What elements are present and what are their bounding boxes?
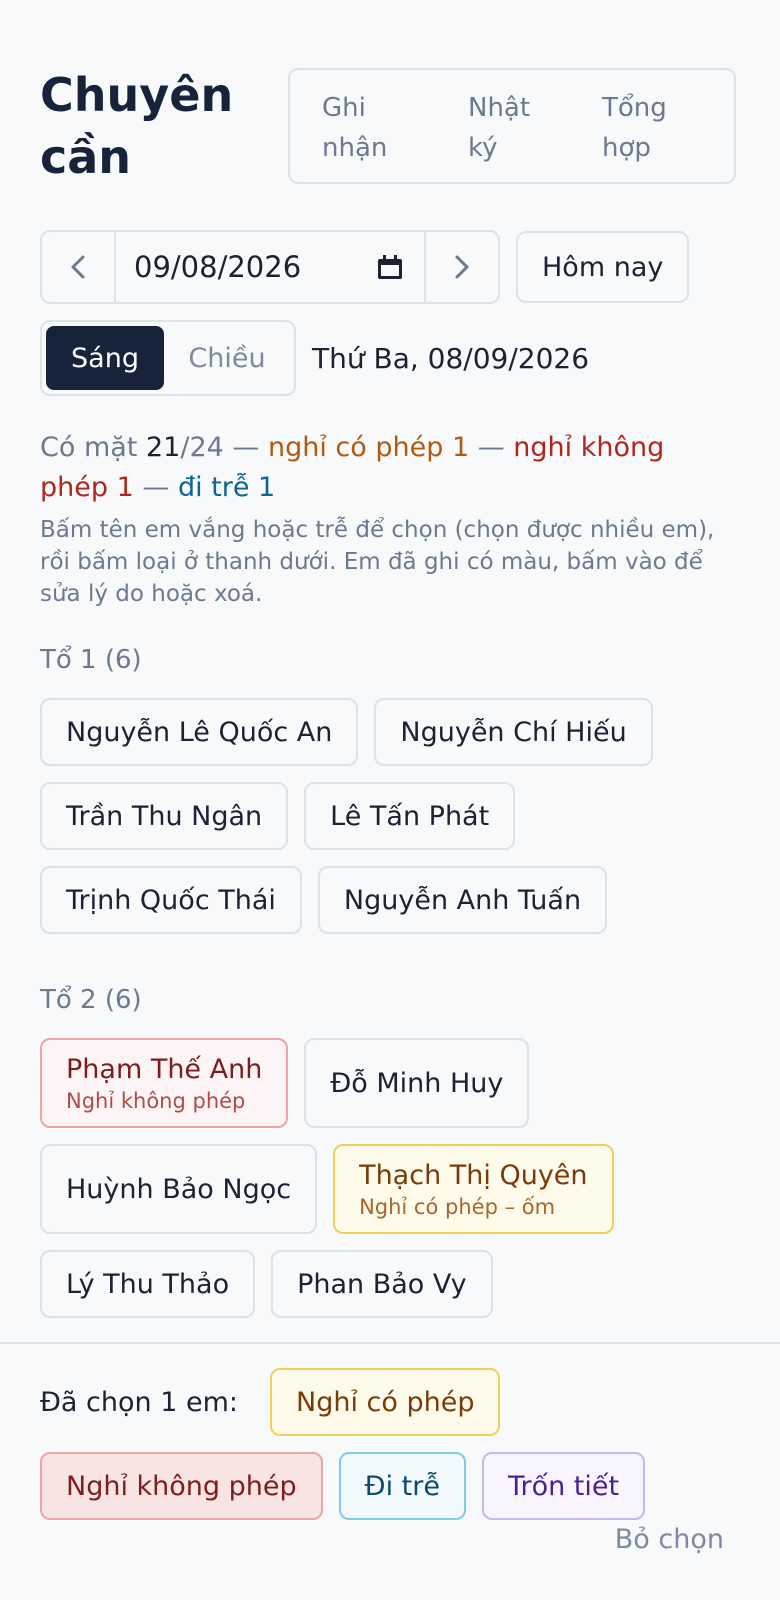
student-name: Thạch Thị Quyên — [359, 1159, 588, 1191]
title-line-1: Chuyên — [40, 68, 234, 122]
student-name: Phạm Thế Anh — [66, 1053, 263, 1085]
student-name: Phan Bảo Vy — [297, 1268, 467, 1300]
date-input[interactable]: 09/08/2026 — [116, 232, 424, 302]
student-status: Nghỉ không phép — [66, 1088, 246, 1113]
student-chip[interactable]: Nguyễn Anh Tuấn — [317, 866, 608, 934]
student-name: Trịnh Quốc Thái — [66, 884, 276, 916]
summary-separator: — — [223, 432, 268, 463]
mark-late-button[interactable]: Đi trễ — [338, 1452, 466, 1520]
tab-log-label-1: Nhật — [468, 93, 531, 123]
student-chip[interactable]: Đỗ Minh Huy — [304, 1038, 530, 1128]
mark-unexcused-button[interactable]: Nghỉ không phép — [40, 1452, 323, 1520]
prev-day-button[interactable] — [42, 232, 116, 302]
mark-excused-button[interactable]: Nghỉ có phép — [270, 1368, 501, 1436]
student-chip[interactable]: Trịnh Quốc Thái — [40, 866, 302, 934]
student-name: Huỳnh Bảo Ngọc — [66, 1173, 292, 1205]
group-1-students: Nguyễn Lê Quốc An Nguyễn Chí Hiếu Trần T… — [40, 698, 740, 950]
student-chip[interactable]: Huỳnh Bảo Ngọc — [40, 1144, 318, 1234]
today-button[interactable]: Hôm nay — [516, 231, 690, 303]
date-picker-group: 09/08/2026 — [40, 230, 500, 304]
tab-summary[interactable]: Tổng hợp — [602, 88, 722, 182]
student-status: Nghỉ có phép – ốm — [359, 1194, 556, 1219]
present-prefix: Có mặt — [40, 432, 146, 463]
student-name: Đỗ Minh Huy — [330, 1067, 504, 1099]
student-name: Nguyễn Lê Quốc An — [66, 716, 333, 748]
afternoon-button[interactable]: Chiều — [164, 326, 290, 390]
student-chip[interactable]: Phan Bảo Vy — [271, 1250, 493, 1318]
student-chip[interactable]: Nguyễn Lê Quốc An — [40, 698, 359, 766]
student-name: Nguyễn Anh Tuấn — [343, 884, 582, 916]
student-chip-excused[interactable]: Thạch Thị Quyên Nghỉ có phép – ốm — [333, 1144, 614, 1234]
tab-record-label-1: Ghi — [322, 93, 366, 123]
bulk-action-row-1: Đã chọn 1 em: Nghỉ có phép — [40, 1368, 740, 1436]
tab-log[interactable]: Nhật ký — [468, 88, 602, 182]
student-name: Trần Thu Ngân — [66, 800, 263, 832]
tab-summary-label-2: hợp — [602, 133, 651, 163]
date-row: 09/08/2026 Hôm nay — [40, 230, 740, 304]
group-title-1: Tổ 1 (6) — [40, 645, 142, 675]
student-chip[interactable]: Trần Thu Ngân — [40, 782, 289, 850]
deselect-link[interactable]: Bỏ chọn — [615, 1524, 724, 1555]
student-name: Nguyễn Chí Hiếu — [400, 716, 627, 748]
group-2-students: Phạm Thế Anh Nghỉ không phép Đỗ Minh Huy… — [40, 1038, 740, 1334]
bulk-action-bar: Đã chọn 1 em: Nghỉ có phép Nghỉ không ph… — [0, 1342, 780, 1600]
student-name: Lê Tấn Phát — [330, 800, 490, 832]
day-label: Thứ Ba, 08/09/2026 — [312, 341, 590, 375]
mark-skipped-button[interactable]: Trốn tiết — [481, 1452, 646, 1520]
student-chip[interactable]: Nguyễn Chí Hiếu — [374, 698, 653, 766]
excused-count: nghỉ có phép 1 — [267, 432, 470, 463]
present-count: 21 — [145, 432, 181, 463]
student-chip-unexcused[interactable]: Phạm Thế Anh Nghỉ không phép — [40, 1038, 289, 1128]
summary-separator: — — [133, 472, 178, 503]
tab-log-label-2: ký — [468, 133, 498, 163]
page-title: Chuyên cần — [40, 64, 288, 188]
view-tabs: Ghi nhận Nhật ký Tổng hợp — [288, 68, 736, 184]
tab-record-label-2: nhận — [322, 133, 388, 163]
title-line-2: cần — [40, 130, 132, 184]
selected-count-label: Đã chọn 1 em: — [40, 1386, 238, 1418]
student-name: Lý Thu Thảo — [66, 1268, 230, 1300]
page-header: Chuyên cần Ghi nhận Nhật ký Tổng hợp — [40, 0, 740, 188]
next-day-button[interactable] — [424, 232, 498, 302]
tab-record[interactable]: Ghi nhận — [322, 88, 468, 182]
group-title-2: Tổ 2 (6) — [40, 985, 142, 1015]
student-chip[interactable]: Lê Tấn Phát — [304, 782, 516, 850]
attendance-summary: Có mặt 21/24 — nghỉ có phép 1 — nghỉ khô… — [40, 428, 740, 508]
chevron-left-icon — [71, 255, 85, 279]
session-row: Sáng Chiều Thứ Ba, 08/09/2026 — [40, 320, 740, 396]
session-toggle: Sáng Chiều — [40, 320, 296, 396]
present-total: /24 — [180, 432, 224, 463]
morning-button[interactable]: Sáng — [46, 326, 164, 390]
instruction-hint: Bấm tên em vắng hoặc trễ để chọn (chọn đ… — [40, 517, 715, 607]
calendar-icon[interactable] — [378, 255, 402, 279]
bulk-action-row-2: Nghỉ không phép Đi trễ Trốn tiết — [40, 1452, 740, 1520]
student-chip[interactable]: Lý Thu Thảo — [40, 1250, 256, 1318]
date-value: 09/08/2026 — [134, 250, 302, 284]
summary-separator: — — [469, 432, 514, 463]
tab-summary-label-1: Tổng — [602, 93, 667, 123]
late-count: đi trễ 1 — [177, 472, 276, 503]
chevron-right-icon — [455, 255, 469, 279]
